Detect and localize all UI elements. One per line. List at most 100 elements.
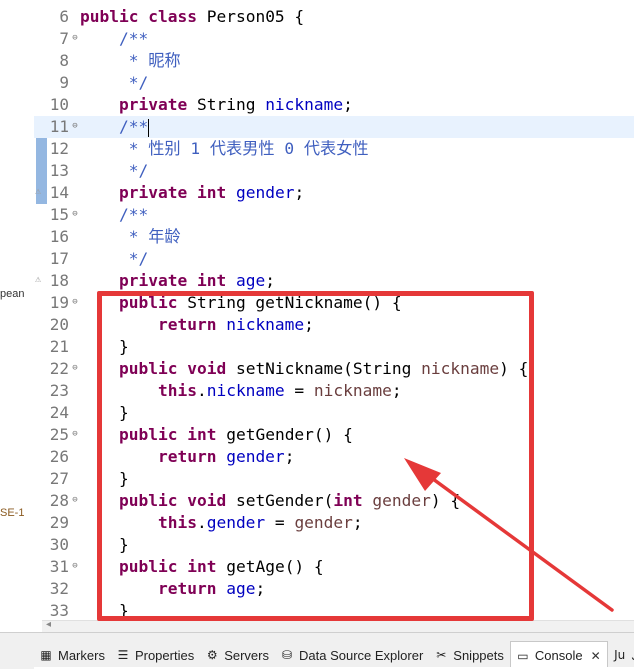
tab-data-source-explorer[interactable]: ⛁ Data Source Explorer — [275, 641, 429, 669]
code-line[interactable]: 22 ⊖ public void setNickname(String nickn… — [34, 358, 634, 380]
code-line[interactable]: 17 */ — [34, 248, 634, 270]
code-token: public — [118, 491, 178, 510]
code-token: = — [265, 513, 295, 532]
line-number: 27 — [49, 469, 69, 488]
fold-collapse-icon[interactable]: ⊖ — [70, 122, 80, 132]
code-line[interactable]: 26 return gender; — [34, 446, 634, 468]
code-token: String getNickname() { — [177, 293, 402, 312]
line-number: 17 — [49, 249, 69, 268]
code-token: public — [118, 293, 178, 312]
code-line[interactable]: 33 } — [34, 600, 634, 622]
code-token: return — [157, 579, 217, 598]
code-line[interactable]: 10 private String nickname; — [34, 94, 634, 116]
code-line[interactable]: 30 } — [34, 534, 634, 556]
code-line[interactable]: 13 */ — [34, 160, 634, 182]
code-editor[interactable]: 6 public class Person05 {7 ⊖ /** 8 * 昵称 9 */… — [34, 0, 634, 632]
code-text: public class Person05 { — [80, 6, 304, 28]
tab-ju[interactable]: JuJU — [608, 641, 634, 669]
tab-console[interactable]: ▭ Console ✕ — [509, 641, 608, 669]
line-number: 21 — [49, 337, 69, 356]
code-token: . — [196, 381, 207, 400]
code-line[interactable]: 7 ⊖ /** — [34, 28, 634, 50]
line-number: 9 — [59, 73, 69, 92]
line-number: 11 — [49, 117, 69, 136]
close-icon[interactable]: ✕ — [591, 649, 601, 663]
code-token: Person05 { — [196, 7, 305, 26]
tab-markers[interactable]: ▦ Markers — [34, 641, 111, 669]
code-line[interactable]: 27 } — [34, 468, 634, 490]
fold-collapse-icon[interactable]: ⊖ — [70, 496, 80, 506]
code-token: String — [187, 95, 266, 114]
code-line[interactable]: 23 this.nickname = nickname; — [34, 380, 634, 402]
code-text: } — [80, 600, 129, 622]
line-number: 20 — [49, 315, 69, 334]
warning-icon[interactable]: ⚠ — [35, 186, 47, 198]
fold-collapse-icon[interactable]: ⊖ — [70, 562, 80, 572]
code-line[interactable]: 16 * 年龄 — [34, 226, 634, 248]
code-token: void — [187, 491, 227, 510]
code-token: gender — [294, 513, 353, 532]
code-line[interactable]: 24 } — [34, 402, 634, 424]
code-line[interactable]: 9 */ — [34, 72, 634, 94]
code-line[interactable]: 18 ⚠ private int age; — [34, 270, 634, 292]
scroll-left-icon[interactable]: ◂ — [46, 619, 51, 630]
code-token: getAge() { — [216, 557, 324, 576]
code-token: } — [80, 601, 129, 620]
code-token: */ — [118, 161, 149, 180]
code-line[interactable]: 25 ⊖ public int getGender() { — [34, 424, 634, 446]
line-number: 30 — [49, 535, 69, 554]
code-token: class — [148, 7, 197, 26]
markers-icon: ▦ — [40, 648, 52, 662]
code-token: public — [80, 7, 139, 26]
code-line[interactable]: 21 } — [34, 336, 634, 358]
code-line[interactable]: 11 ⊖ /** — [34, 116, 634, 138]
bottom-view-bar: ▦ Markers ☰ Properties ⚙ Servers ⛁ Data Source … — [0, 632, 634, 669]
code-text: private int age; — [80, 270, 275, 292]
fold-collapse-icon[interactable]: ⊖ — [70, 430, 80, 440]
code-line[interactable]: 19 ⊖ public String getNickname() { — [34, 292, 634, 314]
tab-label: Console — [534, 648, 583, 663]
code-line[interactable]: 8 * 昵称 — [34, 50, 634, 72]
tab-properties[interactable]: ☰ Properties — [111, 641, 200, 669]
warning-icon[interactable]: ⚠ — [35, 274, 47, 286]
tab-snippets[interactable]: ✂ Snippets — [429, 641, 510, 669]
line-number: 26 — [49, 447, 69, 466]
code-text: */ — [80, 72, 149, 94]
tab-label: Data Source Explorer — [299, 647, 424, 663]
code-line[interactable]: 29 this.gender = gender; — [34, 512, 634, 534]
line-number: 24 — [49, 403, 69, 422]
code-token: private — [118, 95, 188, 114]
code-line[interactable]: 28 ⊖ public void setGender(int gender) { — [34, 490, 634, 512]
fold-collapse-icon[interactable]: ⊖ — [70, 364, 80, 374]
code-line[interactable]: 15 ⊖ /** — [34, 204, 634, 226]
code-line[interactable]: 12 * 性别 1 代表男性 0 代表女性 — [34, 138, 634, 160]
code-line[interactable]: 20 return nickname; — [34, 314, 634, 336]
code-line[interactable]: 6 public class Person05 { — [34, 6, 634, 28]
code-line[interactable]: 14 ⚠ private int gender; — [34, 182, 634, 204]
fold-collapse-icon[interactable]: ⊖ — [70, 210, 80, 220]
horizontal-scrollbar[interactable]: ◂ — [42, 619, 634, 632]
code-line[interactable]: 32 return age; — [34, 578, 634, 600]
code-line[interactable]: 31 ⊖ public int getAge() { — [34, 556, 634, 578]
code-token: gender — [235, 183, 295, 202]
tab-servers[interactable]: ⚙ Servers — [200, 641, 275, 669]
code-token: ; — [343, 95, 353, 114]
code-token: = — [284, 381, 314, 400]
tab-label: Properties — [134, 647, 195, 663]
fold-collapse-icon[interactable]: ⊖ — [70, 34, 80, 44]
code-text: * 昵称 — [80, 50, 181, 72]
code-token: public — [118, 359, 178, 378]
code-token: setNickname(String — [226, 359, 422, 378]
fold-collapse-icon[interactable]: ⊖ — [70, 298, 80, 308]
code-text: public int getGender() { — [80, 424, 353, 446]
code-text: } — [80, 534, 129, 556]
